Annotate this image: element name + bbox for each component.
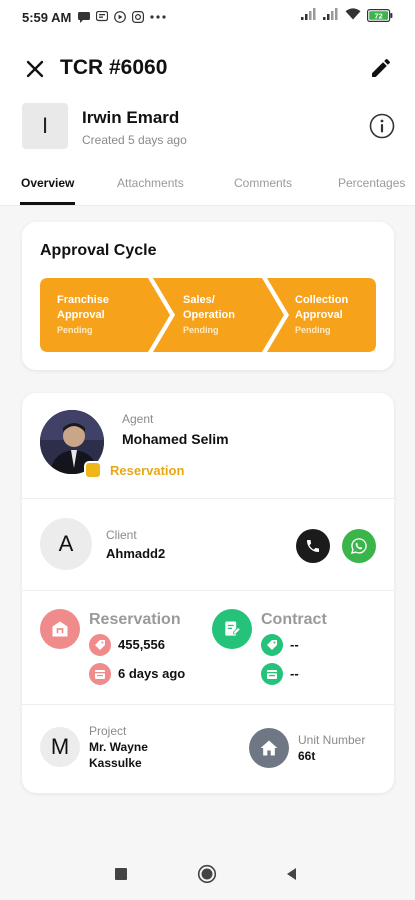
status-time: 5:59 AM <box>22 9 72 25</box>
info-button[interactable] <box>369 113 395 139</box>
contract-title: Contract <box>261 611 327 628</box>
document-edit-icon <box>225 621 241 636</box>
calendar-icon <box>267 670 277 679</box>
info-icon <box>369 113 395 139</box>
agent-status-badge <box>84 461 102 479</box>
client-avatar: A <box>40 518 92 570</box>
call-button[interactable] <box>296 529 330 563</box>
whatsapp-button[interactable] <box>342 529 376 563</box>
tab-percentages[interactable]: Percentages <box>338 176 405 190</box>
building-icon <box>52 621 68 637</box>
agent-label: Agent <box>122 412 154 426</box>
unit-label: Unit Number <box>298 733 366 747</box>
step-collection-line1: Collection <box>295 294 349 306</box>
step-sales-line2: Operation <box>183 309 235 321</box>
whatsapp-icon <box>351 538 367 554</box>
project-name: Mr. Wayne Kassulke <box>89 740 148 770</box>
message-icon <box>77 11 91 23</box>
client-name: Ahmadd2 <box>106 546 166 561</box>
created-time: Created 5 days ago <box>82 133 187 147</box>
tab-overview[interactable]: Overview <box>21 176 74 190</box>
back-button[interactable] <box>284 866 300 882</box>
step-franchise-status: Pending <box>57 325 93 335</box>
tag-icon <box>95 640 105 650</box>
home-button[interactable] <box>197 864 217 884</box>
contract-icon <box>212 609 252 649</box>
agent-name: Mohamed Selim <box>122 431 229 447</box>
page-title: TCR #6060 <box>60 56 168 79</box>
wifi-icon <box>345 8 361 23</box>
signal-icon <box>323 8 339 23</box>
pencil-icon <box>372 59 390 77</box>
close-button[interactable] <box>22 56 48 82</box>
tab-comments[interactable]: Comments <box>234 176 292 190</box>
agent-status: Reservation <box>110 463 185 478</box>
date-icon <box>89 663 111 685</box>
home-icon <box>260 740 278 756</box>
project-label: Project <box>89 724 127 738</box>
user-avatar: I <box>22 103 68 149</box>
unit-icon <box>249 728 289 768</box>
contract-date-icon <box>261 663 283 685</box>
divider <box>22 498 394 499</box>
details-card: Agent Mohamed Selim Reservation A Client… <box>22 393 394 793</box>
tag-icon <box>267 640 277 650</box>
project-avatar: M <box>40 727 80 767</box>
reservation-amount: 455,556 <box>118 637 165 652</box>
tab-attachments[interactable]: Attachments <box>117 176 184 190</box>
step-sales-status: Pending <box>183 325 219 335</box>
close-icon <box>26 60 44 78</box>
user-name: Irwin Emard <box>82 108 180 127</box>
step-collection-status: Pending <box>295 325 331 335</box>
circle-icon <box>197 864 217 884</box>
battery-icon: 72 <box>367 9 393 22</box>
step-collection-line2: Approval <box>295 309 343 321</box>
battery-level: 72 <box>374 11 382 20</box>
approval-steps: Franchise Approval Pending Sales/ Operat… <box>40 278 376 352</box>
reservation-title: Reservation <box>89 611 181 628</box>
system-nav-bar <box>0 852 415 900</box>
approval-cycle-card: Approval Cycle Franchise Approval Pendin… <box>22 222 394 370</box>
reservation-icon <box>40 609 80 649</box>
divider <box>0 205 415 206</box>
more-icon <box>149 11 167 23</box>
signal-icon <box>301 8 317 23</box>
step-franchise-line1: Franchise <box>57 294 109 306</box>
divider <box>22 704 394 705</box>
status-bar: 5:59 AM 72 <box>0 0 415 34</box>
contract-date: -- <box>290 666 299 681</box>
divider <box>22 590 394 591</box>
recents-button[interactable] <box>113 866 129 882</box>
square-icon <box>115 868 127 880</box>
contract-amount: -- <box>290 637 299 652</box>
step-franchise-line2: Approval <box>57 309 105 321</box>
calendar-icon <box>95 670 105 679</box>
unit-value: 66t <box>298 749 316 763</box>
play-icon <box>113 11 127 23</box>
tab-bar: Overview Attachments Comments Percentage… <box>0 174 415 206</box>
contract-amount-icon <box>261 634 283 656</box>
instagram-icon <box>131 11 145 23</box>
reservation-date: 6 days ago <box>118 666 186 681</box>
client-label: Client <box>106 528 137 542</box>
amount-icon <box>89 634 111 656</box>
step-sales-line1: Sales/ <box>183 294 215 306</box>
header: TCR #6060 I Irwin Emard Created 5 days a… <box>0 34 415 206</box>
chat-icon <box>95 11 109 23</box>
edit-button[interactable] <box>369 56 393 80</box>
back-triangle-icon <box>287 868 296 880</box>
phone-icon <box>307 540 319 552</box>
approval-title: Approval Cycle <box>40 242 157 259</box>
